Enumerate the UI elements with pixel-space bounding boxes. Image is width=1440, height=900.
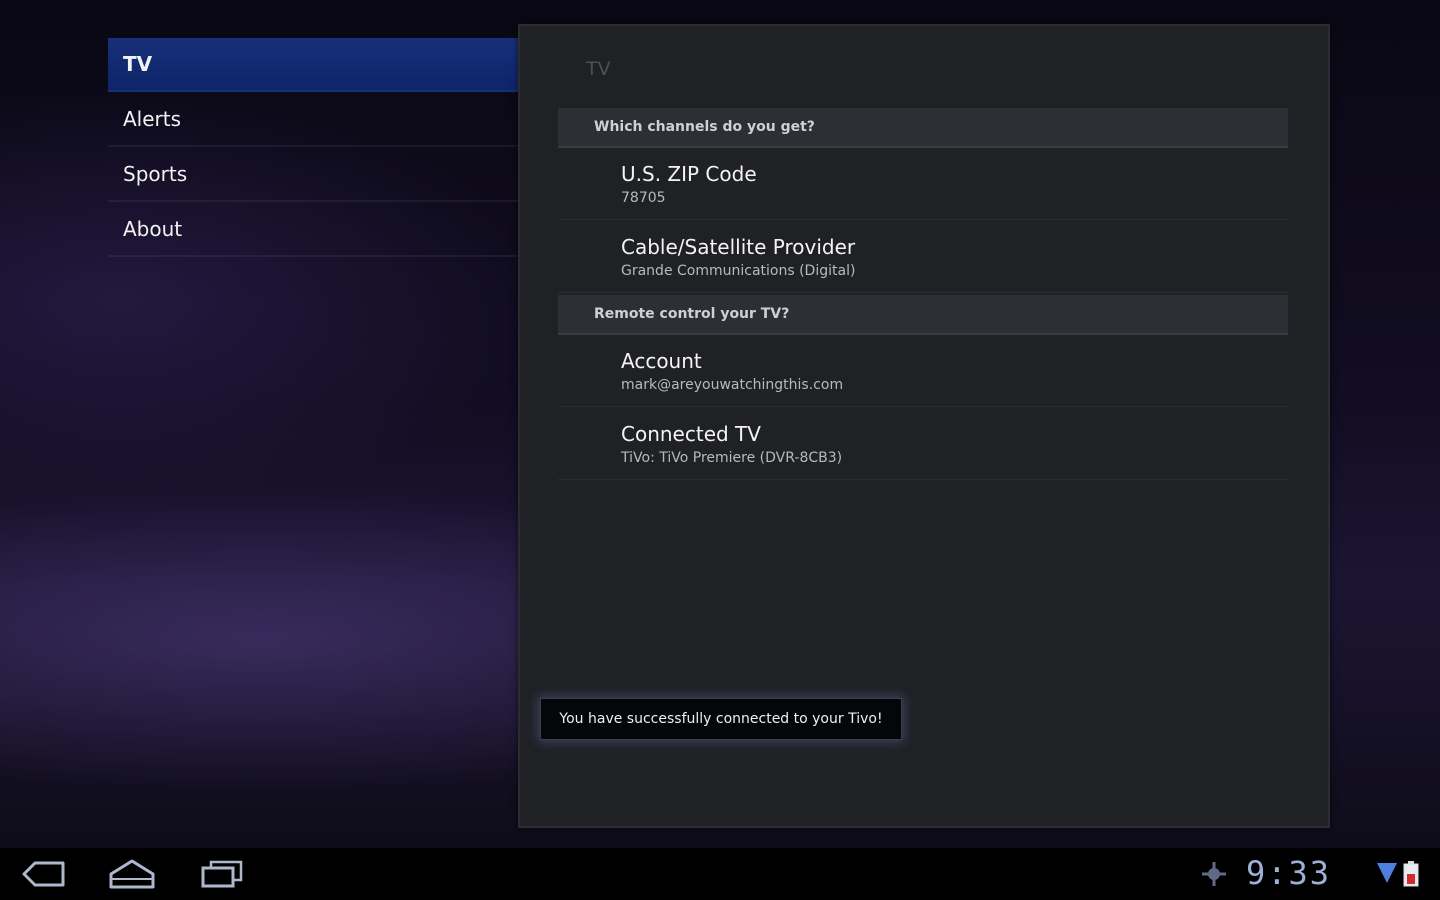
header-item-label: Alerts bbox=[123, 107, 182, 131]
toast-message: You have successfully connected to your … bbox=[540, 698, 902, 740]
header-item-about[interactable]: About bbox=[108, 203, 518, 257]
home-icon bbox=[109, 859, 155, 889]
pref-title: Connected TV bbox=[621, 422, 761, 446]
back-button[interactable] bbox=[14, 856, 74, 892]
pref-title: Account bbox=[621, 349, 702, 373]
panel-title: TV bbox=[586, 58, 611, 80]
header-item-sports[interactable]: Sports bbox=[108, 148, 518, 202]
status-clock: 9:33 bbox=[1246, 854, 1332, 892]
header-item-label: About bbox=[123, 217, 183, 241]
back-icon bbox=[22, 861, 65, 887]
home-button[interactable] bbox=[102, 856, 162, 892]
pref-title: Cable/Satellite Provider bbox=[621, 235, 856, 259]
category-header-remote: Remote control your TV? bbox=[558, 295, 1288, 335]
pref-summary: mark@areyouwatchingthis.com bbox=[621, 377, 844, 393]
recent-apps-icon bbox=[201, 860, 243, 888]
pref-title: U.S. ZIP Code bbox=[621, 162, 757, 186]
header-item-alerts[interactable]: Alerts bbox=[108, 93, 518, 147]
recent-apps-button[interactable] bbox=[192, 856, 252, 892]
pref-connected-tv[interactable]: Connected TV TiVo: TiVo Premiere (DVR-8C… bbox=[558, 408, 1288, 480]
pref-summary: Grande Communications (Digital) bbox=[621, 263, 856, 279]
pref-account[interactable]: Account mark@areyouwatchingthis.com bbox=[558, 335, 1288, 407]
preference-headers: TV Alerts Sports About bbox=[108, 38, 518, 258]
usb-debug-icon bbox=[1200, 860, 1228, 888]
category-header-channels: Which channels do you get? bbox=[558, 108, 1288, 148]
header-item-tv[interactable]: TV bbox=[108, 38, 518, 92]
pref-summary: TiVo: TiVo Premiere (DVR-8CB3) bbox=[621, 450, 843, 466]
battery-icon bbox=[1402, 860, 1420, 888]
header-item-label: TV bbox=[123, 52, 153, 76]
wifi-icon bbox=[1376, 860, 1398, 886]
pref-provider[interactable]: Cable/Satellite Provider Grande Communic… bbox=[558, 221, 1288, 293]
header-item-label: Sports bbox=[123, 162, 188, 186]
system-bar: 9:33 bbox=[0, 848, 1440, 900]
pref-summary: 78705 bbox=[621, 190, 666, 206]
pref-zip-code[interactable]: U.S. ZIP Code 78705 bbox=[558, 148, 1288, 220]
